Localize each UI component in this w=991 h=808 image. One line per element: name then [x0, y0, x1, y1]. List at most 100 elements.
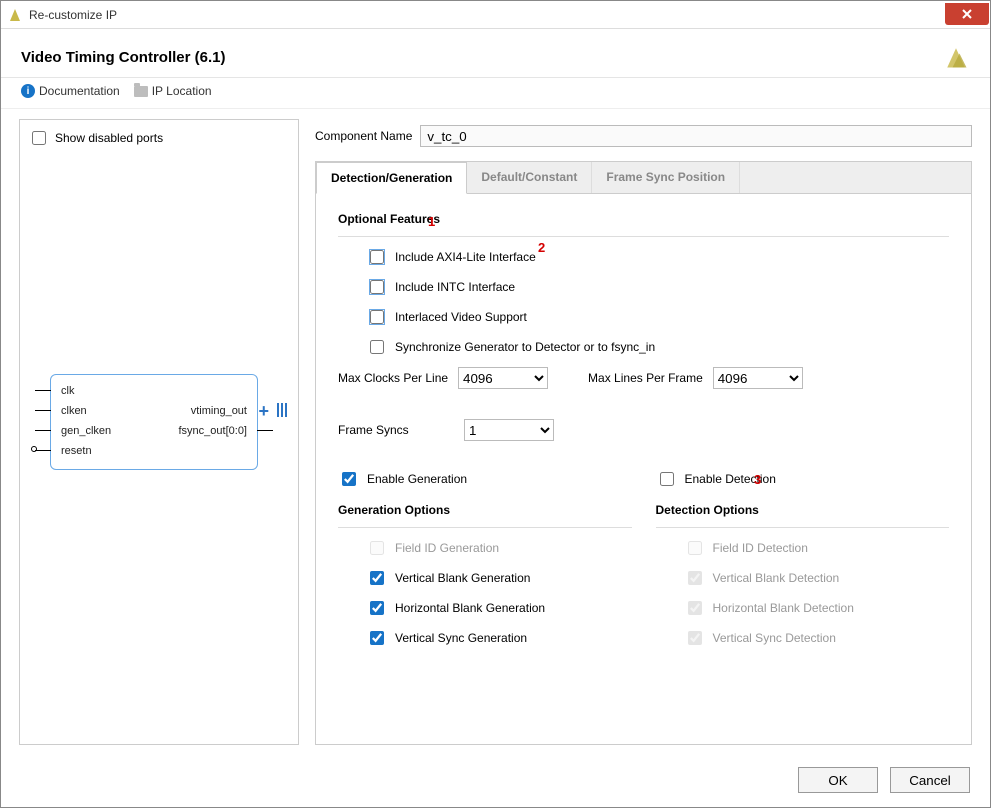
- det-vsync-checkbox: [688, 631, 702, 645]
- reset-bubble-icon: [31, 446, 37, 452]
- enable-detection-checkbox[interactable]: [660, 472, 674, 486]
- optional-features-title: Optional Features: [338, 212, 949, 226]
- enable-detection-label: Enable Detection: [685, 472, 776, 486]
- frame-syncs-select[interactable]: 1: [464, 419, 554, 441]
- enable-generation-label: Enable Generation: [367, 472, 467, 486]
- tab-detection-generation[interactable]: Detection/Generation: [316, 162, 467, 194]
- enable-detection-option[interactable]: Enable Detection: [656, 469, 950, 489]
- tab-default-constant[interactable]: Default/Constant: [467, 162, 592, 193]
- det-field-id-label: Field ID Detection: [713, 541, 808, 555]
- det-vblank-checkbox: [688, 571, 702, 585]
- gen-field-id-label: Field ID Generation: [395, 541, 499, 555]
- axi4-option[interactable]: Include AXI4-Lite Interface: [366, 247, 949, 267]
- port-vtiming-out: vtiming_out: [191, 405, 247, 417]
- gen-field-id-checkbox: [370, 541, 384, 555]
- interlaced-label: Interlaced Video Support: [395, 310, 527, 324]
- det-vblank-label: Vertical Blank Detection: [713, 571, 840, 585]
- diagram-panel: Show disabled ports clk clken gen_clken …: [19, 119, 299, 745]
- gen-hblank-checkbox[interactable]: [370, 601, 384, 615]
- intc-checkbox[interactable]: [370, 280, 384, 294]
- titlebar: Re-customize IP: [1, 1, 990, 29]
- interlaced-option[interactable]: Interlaced Video Support: [366, 307, 949, 327]
- window: Re-customize IP Video Timing Controller …: [0, 0, 991, 808]
- config-panel: Component Name Detection/Generation Defa…: [315, 119, 972, 745]
- enable-generation-checkbox[interactable]: [342, 472, 356, 486]
- pin-line: [35, 410, 51, 411]
- tab-body: Optional Features Include AXI4-Lite Inte…: [316, 194, 971, 744]
- show-disabled-ports-checkbox[interactable]: [32, 131, 46, 145]
- det-vblank-option: Vertical Blank Detection: [684, 568, 950, 588]
- window-title: Re-customize IP: [29, 8, 945, 22]
- footer: OK Cancel: [1, 757, 990, 807]
- max-clocks-label: Max Clocks Per Line: [338, 371, 448, 385]
- header: Video Timing Controller (6.1): [1, 29, 990, 77]
- close-icon: [961, 8, 973, 20]
- ip-location-label: IP Location: [152, 84, 212, 98]
- pin-line: [257, 430, 273, 431]
- max-lines-select[interactable]: 4096: [713, 367, 803, 389]
- divider: [338, 236, 949, 237]
- enable-generation-option[interactable]: Enable Generation: [338, 469, 632, 489]
- gen-vsync-checkbox[interactable]: [370, 631, 384, 645]
- gen-vblank-option[interactable]: Vertical Blank Generation: [366, 568, 632, 588]
- linkbar: i Documentation IP Location: [1, 77, 990, 108]
- component-name-input[interactable]: [420, 125, 972, 147]
- plus-icon: +: [258, 401, 269, 422]
- port-gen-clken: gen_clken: [61, 425, 111, 437]
- documentation-label: Documentation: [39, 84, 120, 98]
- intc-label: Include INTC Interface: [395, 280, 515, 294]
- content: Show disabled ports clk clken gen_clken …: [1, 108, 990, 757]
- close-button[interactable]: [945, 3, 989, 25]
- gen-vsync-option[interactable]: Vertical Sync Generation: [366, 628, 632, 648]
- folder-icon: [134, 86, 148, 97]
- frame-syncs-param: Frame Syncs 1: [338, 419, 949, 441]
- sync-gen-checkbox[interactable]: [370, 340, 384, 354]
- sync-gen-option[interactable]: Synchronize Generator to Detector or to …: [366, 337, 949, 357]
- axi4-checkbox[interactable]: [370, 250, 384, 264]
- max-lines-label: Max Lines Per Frame: [588, 371, 703, 385]
- pin-line: [35, 430, 51, 431]
- show-disabled-ports-label: Show disabled ports: [55, 131, 163, 145]
- tab-frame-sync-position[interactable]: Frame Sync Position: [592, 162, 740, 193]
- det-vsync-option: Vertical Sync Detection: [684, 628, 950, 648]
- interlaced-checkbox[interactable]: [370, 310, 384, 324]
- options-columns: Generation Options Field ID Generation V…: [338, 499, 949, 658]
- max-clocks-param: Max Clocks Per Line 4096: [338, 367, 548, 389]
- gen-hblank-option[interactable]: Horizontal Blank Generation: [366, 598, 632, 618]
- det-hblank-option: Horizontal Blank Detection: [684, 598, 950, 618]
- generation-options-col: Generation Options Field ID Generation V…: [338, 499, 632, 658]
- divider: [338, 527, 632, 528]
- detection-options-title: Detection Options: [656, 503, 950, 517]
- cancel-button[interactable]: Cancel: [890, 767, 970, 793]
- tabstrip: Detection/Generation Default/Constant Fr…: [316, 162, 971, 194]
- intc-option[interactable]: Include INTC Interface: [366, 277, 949, 297]
- port-resetn: resetn: [61, 445, 92, 457]
- det-hblank-checkbox: [688, 601, 702, 615]
- divider: [656, 527, 950, 528]
- det-vsync-label: Vertical Sync Detection: [713, 631, 836, 645]
- gen-vsync-label: Vertical Sync Generation: [395, 631, 527, 645]
- gen-hblank-label: Horizontal Blank Generation: [395, 601, 545, 615]
- generation-options-title: Generation Options: [338, 503, 632, 517]
- ok-button[interactable]: OK: [798, 767, 878, 793]
- app-icon: [7, 7, 23, 23]
- pin-line: [35, 390, 51, 391]
- pin-line: [35, 450, 51, 451]
- detection-options-col: Detection Options Field ID Detection Ver…: [656, 499, 950, 658]
- scroll-area[interactable]: Optional Features Include AXI4-Lite Inte…: [316, 194, 971, 744]
- bus-icon: [277, 403, 287, 417]
- tabs-container: Detection/Generation Default/Constant Fr…: [315, 161, 972, 745]
- ip-block-diagram: clk clken gen_clken resetn vtiming_out +…: [50, 374, 258, 470]
- page-title: Video Timing Controller (6.1): [21, 49, 225, 66]
- ip-location-link[interactable]: IP Location: [134, 84, 212, 98]
- gen-field-id-option: Field ID Generation: [366, 538, 632, 558]
- documentation-link[interactable]: i Documentation: [21, 84, 120, 98]
- vendor-logo-icon: [942, 43, 970, 71]
- gen-vblank-checkbox[interactable]: [370, 571, 384, 585]
- det-field-id-checkbox: [688, 541, 702, 555]
- enable-row: Enable Generation Enable Detection: [338, 459, 949, 499]
- axi4-label: Include AXI4-Lite Interface: [395, 250, 536, 264]
- port-fsync-out: fsync_out[0:0]: [179, 425, 248, 437]
- show-disabled-ports-option[interactable]: Show disabled ports: [28, 128, 290, 148]
- max-clocks-select[interactable]: 4096: [458, 367, 548, 389]
